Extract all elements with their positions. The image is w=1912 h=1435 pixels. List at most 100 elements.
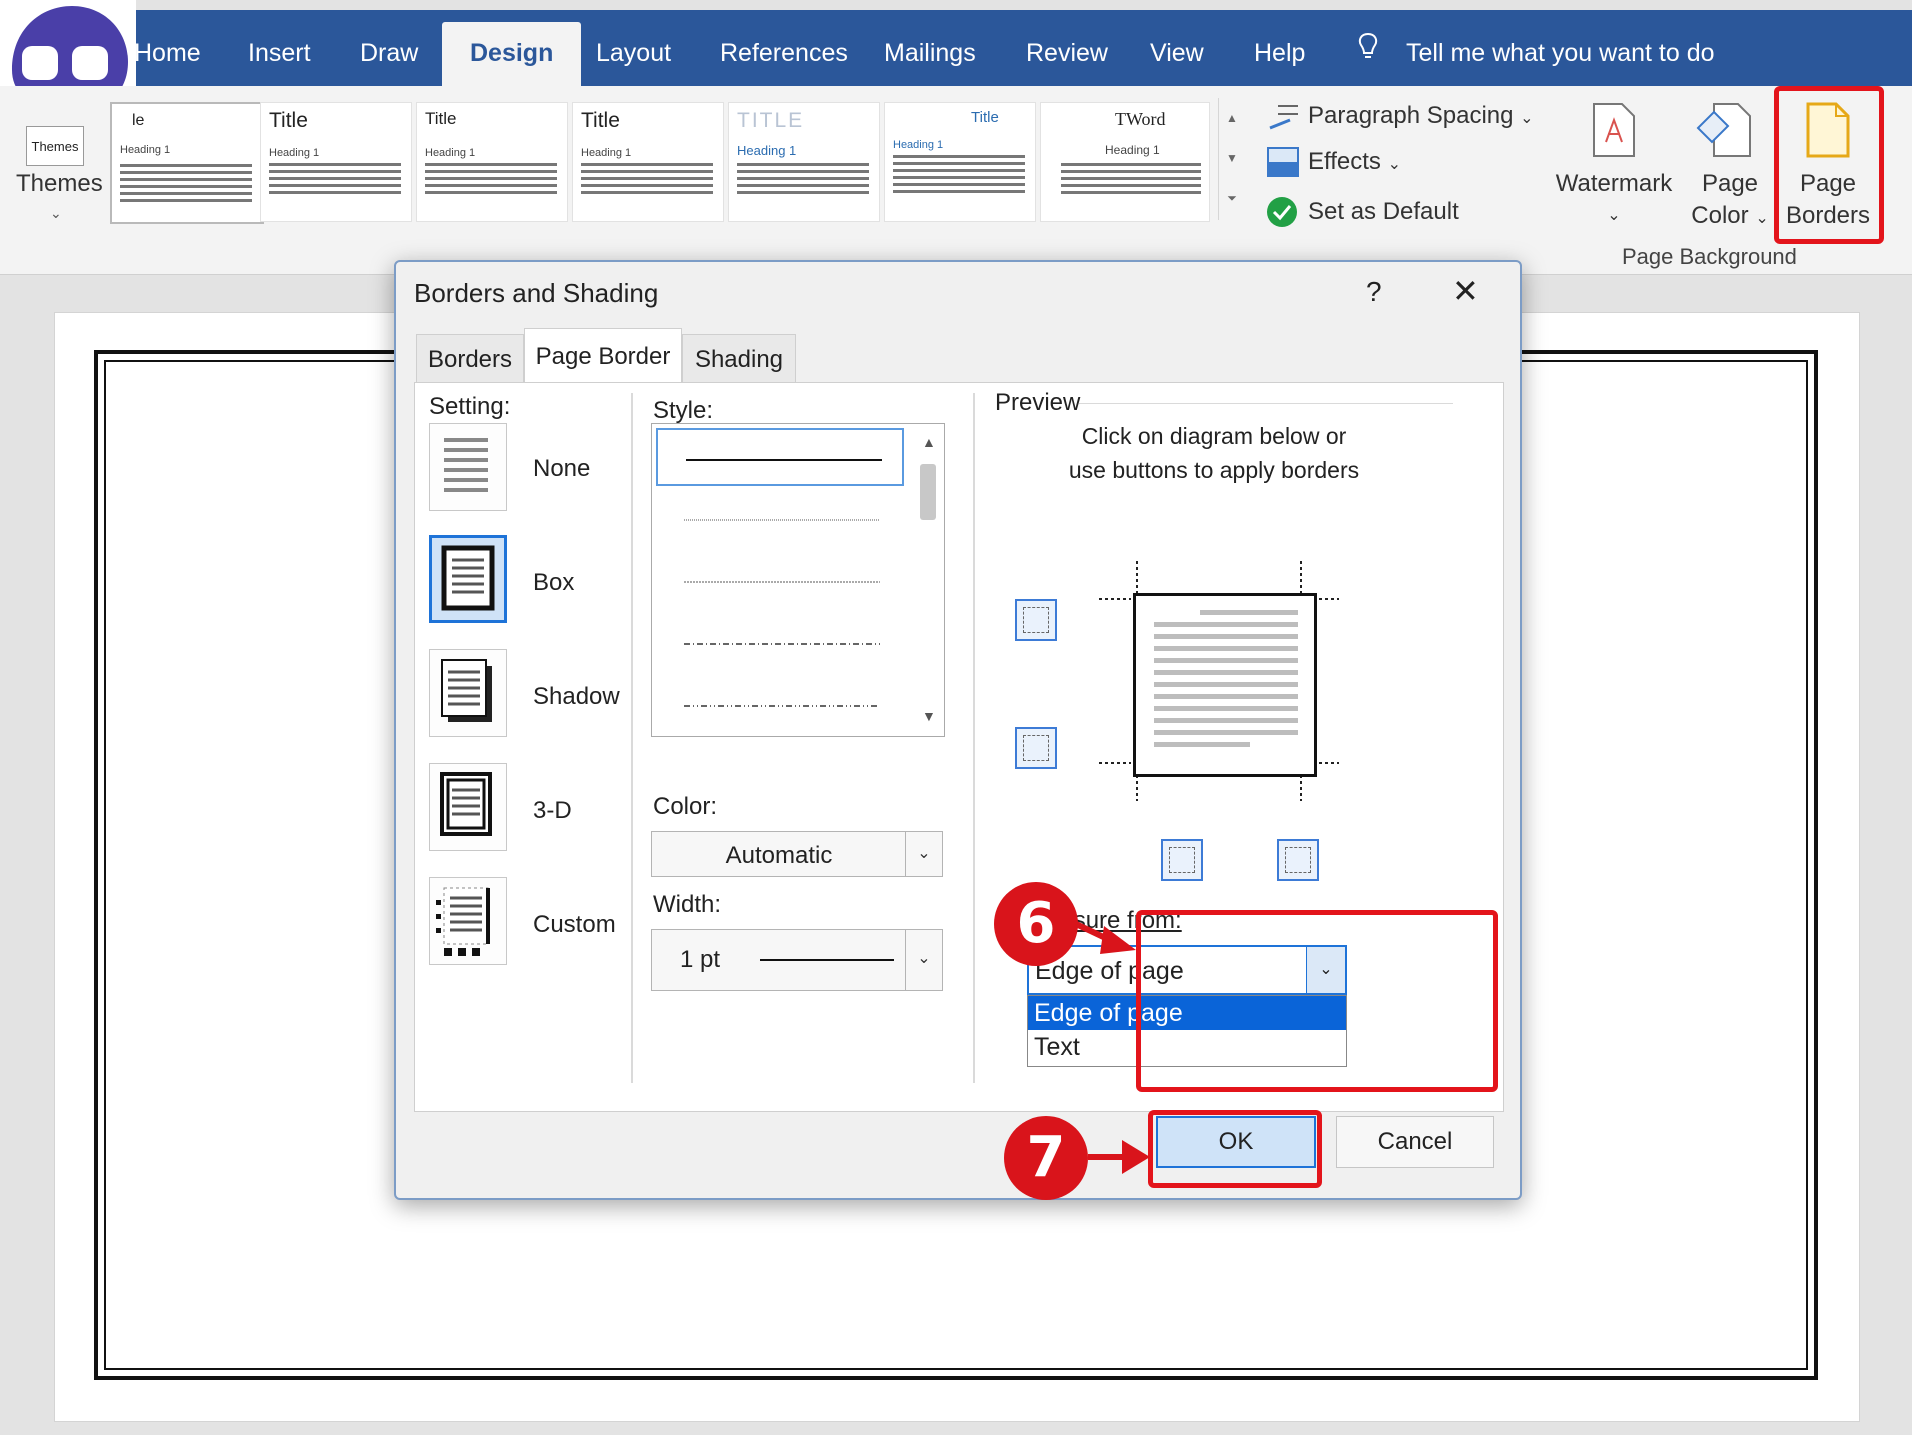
right-border-toggle[interactable] (1277, 839, 1319, 881)
scroll-down-icon[interactable]: ▼ (922, 708, 936, 724)
style-gallery-item[interactable]: le Heading 1 (110, 102, 264, 224)
preview-line (1154, 634, 1298, 639)
style-gallery-item[interactable]: Title Heading 1 (884, 102, 1036, 222)
style-heading: Heading 1 (581, 147, 632, 159)
style-gallery-item[interactable]: TWord Heading 1 (1040, 102, 1210, 222)
tab-references[interactable]: References (720, 10, 848, 86)
style-option-dashed[interactable] (656, 614, 904, 672)
chevron-down-icon[interactable]: ⌄ (905, 832, 942, 876)
style-option-dash-dot[interactable] (656, 676, 904, 734)
style-title: TITLE (737, 109, 805, 132)
chevron-down-icon[interactable]: ⌄ (50, 205, 62, 222)
effects-icon (1267, 147, 1299, 177)
style-gallery-item[interactable]: Title Heading 1 (416, 102, 568, 222)
style-title: Title (269, 109, 308, 132)
tab-draw[interactable]: Draw (360, 10, 418, 86)
themes-button-label[interactable]: Themes (16, 170, 103, 198)
style-title: TWord (1115, 109, 1166, 129)
setting-3d-label[interactable]: 3-D (533, 797, 572, 825)
watermark-button[interactable]: Watermark ⌄ (1552, 168, 1676, 232)
setting-shadow-label[interactable]: Shadow (533, 683, 620, 711)
tab-view[interactable]: View (1150, 10, 1204, 86)
gallery-scroll[interactable]: ▲ ▼ ⏷ (1218, 98, 1245, 220)
tab-layout[interactable]: Layout (596, 10, 671, 86)
close-icon[interactable]: ✕ (1452, 272, 1479, 310)
scroll-thumb[interactable] (920, 464, 936, 520)
themes-thumbnail[interactable]: Themes (26, 126, 84, 166)
width-label: Width: (653, 891, 722, 918)
arrow-right-icon (1088, 1140, 1150, 1174)
setting-shadow-icon[interactable] (429, 649, 507, 737)
page-color-label-2: Color (1691, 202, 1749, 229)
preview-diagram[interactable] (1133, 593, 1317, 777)
tab-page-border[interactable]: Page Border (524, 328, 682, 385)
tab-design[interactable]: Design (442, 22, 582, 86)
preview-line (1154, 670, 1298, 675)
tab-help[interactable]: Help (1254, 10, 1305, 86)
effects-button[interactable]: Effects ⌄ (1308, 148, 1401, 176)
style-heading: Heading 1 (425, 147, 476, 159)
setting-box-icon[interactable] (429, 535, 507, 623)
preview-line (1154, 706, 1298, 711)
paragraph-spacing-button[interactable]: Paragraph Spacing ⌄ (1308, 102, 1534, 130)
tab-review[interactable]: Review (1026, 10, 1108, 86)
chevron-down-icon: ⌄ (1755, 210, 1769, 227)
chevron-down-icon: ⌄ (1387, 156, 1402, 173)
style-option-solid[interactable] (656, 428, 904, 486)
cancel-button[interactable]: Cancel (1336, 1116, 1494, 1168)
effects-label: Effects (1308, 148, 1381, 175)
watermark-label: Watermark (1555, 170, 1673, 197)
arrow-right-icon (1074, 921, 1136, 954)
style-list-scrollbar[interactable]: ▲ ▼ (914, 424, 942, 734)
lightbulb-icon (1358, 32, 1378, 58)
style-title: le (132, 112, 145, 129)
style-list[interactable]: ▲ ▼ (651, 423, 945, 737)
scroll-up-icon[interactable]: ▲ (922, 434, 936, 450)
preview-line (1154, 622, 1298, 627)
style-gallery-item[interactable]: Title Heading 1 (572, 102, 724, 222)
style-lines (1061, 163, 1201, 198)
tab-borders[interactable]: Borders (416, 334, 524, 383)
setting-none-icon[interactable] (429, 423, 507, 511)
bottom-border-toggle[interactable] (1015, 727, 1057, 769)
color-value: Automatic (725, 842, 833, 869)
page-color-button[interactable]: Page Color ⌄ (1680, 168, 1780, 235)
setting-none-label[interactable]: None (533, 455, 590, 483)
gallery-more-icon[interactable]: ⏷ (1219, 178, 1245, 218)
style-gallery-item[interactable]: TITLE Heading 1 (728, 102, 880, 222)
setting-custom-icon[interactable] (429, 877, 507, 965)
tab-shading[interactable]: Shading (682, 334, 796, 383)
scroll-up-icon[interactable]: ▲ (1219, 98, 1245, 138)
themes-thumb-text: Themes (31, 139, 79, 154)
setting-custom-label[interactable]: Custom (533, 911, 616, 939)
highlight-page-borders (1774, 86, 1884, 244)
left-border-toggle[interactable] (1161, 839, 1203, 881)
style-heading: Heading 1 (269, 147, 320, 159)
tab-home[interactable]: Home (134, 10, 201, 86)
style-gallery-item[interactable]: Title Heading 1 (260, 102, 412, 222)
set-as-default-button[interactable]: Set as Default (1308, 198, 1459, 226)
scroll-down-icon[interactable]: ▼ (1219, 138, 1245, 178)
style-option-fine[interactable] (656, 552, 904, 610)
width-dropdown[interactable]: 1 pt ⌄ (651, 929, 943, 991)
help-icon[interactable]: ? (1366, 276, 1382, 308)
style-option-dotted[interactable] (656, 490, 904, 548)
preview-line (1154, 646, 1298, 651)
tell-me-search[interactable]: Tell me what you want to do (1406, 10, 1715, 86)
tab-insert[interactable]: Insert (248, 10, 311, 86)
setting-3d-icon[interactable] (429, 763, 507, 851)
style-lines (425, 163, 557, 198)
style-heading: Heading 1 (737, 143, 797, 158)
setting-box-label[interactable]: Box (533, 569, 574, 597)
chevron-down-icon[interactable]: ⌄ (905, 930, 942, 990)
style-lines (120, 164, 252, 206)
preview-line (1154, 730, 1298, 735)
width-line-preview (760, 959, 894, 961)
preview-hint-line-2: use buttons to apply borders (1068, 457, 1360, 483)
step-6-badge: 6 (994, 882, 1078, 966)
color-dropdown[interactable]: Automatic ⌄ (651, 831, 943, 877)
chevron-down-icon: ⌄ (1520, 110, 1534, 127)
top-border-toggle[interactable] (1015, 599, 1057, 641)
highlight-ok (1148, 1110, 1322, 1188)
tab-mailings[interactable]: Mailings (884, 10, 976, 86)
